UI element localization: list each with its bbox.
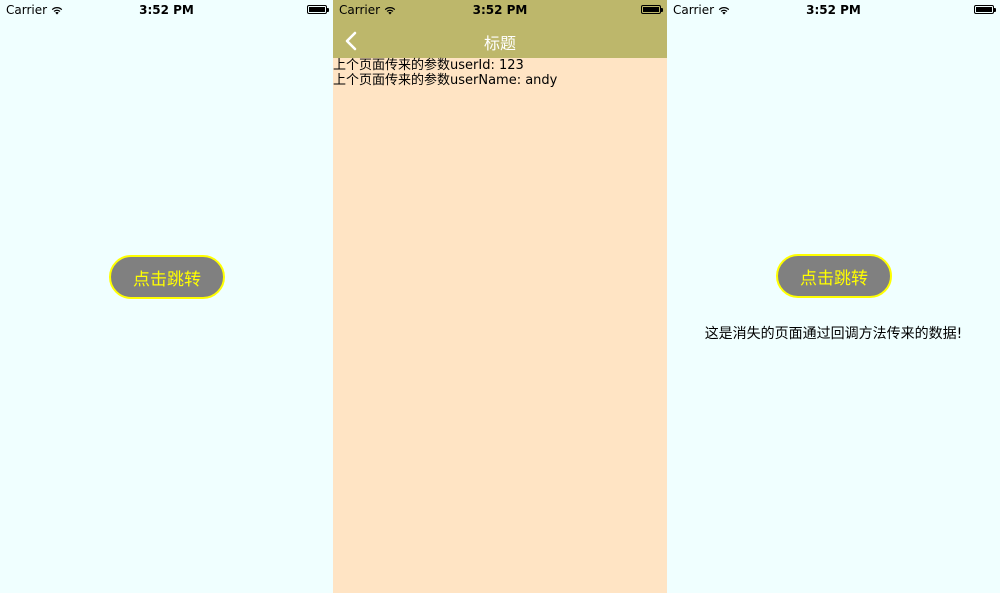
battery-fill (976, 7, 992, 12)
nav-title: 标题 (483, 34, 516, 53)
screen-return: Carrier 3:52 PM 点击跳转 这是消失的页面通过回调方法传来的数据! (667, 0, 1000, 593)
status-time: 3:52 PM (472, 3, 528, 17)
navigation-bar: Carrier 3:52 PM 标题 (333, 0, 667, 58)
param-user-name: 上个页面传来的参数userName: andy (333, 73, 558, 88)
jump-button[interactable]: 点击跳转 (109, 255, 225, 299)
stage: Carrier 3:52 PM 点击跳转 Carrier 3:52 PM 标题 … (0, 0, 1000, 593)
status-time: 3:52 PM (139, 3, 194, 17)
screen-first: Carrier 3:52 PM 点击跳转 (0, 0, 333, 593)
battery-fill (643, 7, 659, 12)
screen-detail: Carrier 3:52 PM 标题 上个页面传来的参数userId: 123 … (333, 0, 667, 593)
status-bar: Carrier 3:52 PM (333, 0, 667, 20)
status-time: 3:52 PM (806, 3, 861, 17)
jump-button[interactable]: 点击跳转 (776, 254, 892, 298)
param-list: 上个页面传来的参数userId: 123 上个页面传来的参数userName: … (333, 58, 667, 88)
status-bar: Carrier 3:52 PM (0, 0, 333, 20)
battery-icon (974, 5, 996, 14)
battery-fill (309, 7, 325, 12)
callback-message: 这是消失的页面通过回调方法传来的数据! (704, 326, 963, 342)
battery-icon (307, 5, 329, 14)
battery-icon (641, 5, 663, 14)
status-bar: Carrier 3:52 PM (667, 0, 1000, 20)
param-user-id: 上个页面传来的参数userId: 123 (333, 58, 524, 73)
